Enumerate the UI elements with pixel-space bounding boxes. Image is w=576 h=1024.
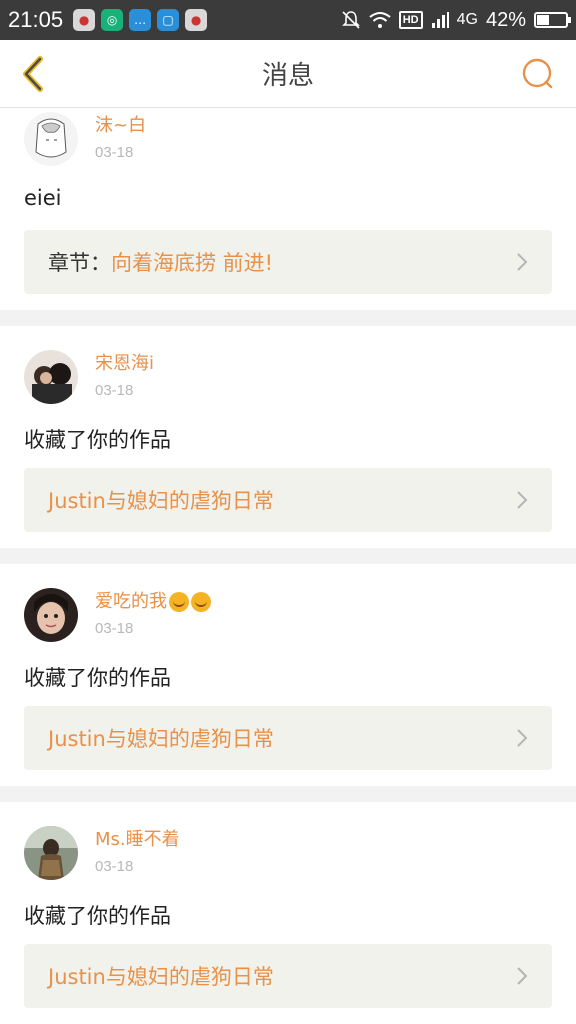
divider xyxy=(0,548,576,564)
username[interactable]: 宋恩海i xyxy=(95,352,154,376)
avatar[interactable] xyxy=(24,588,78,642)
chicken-app-icon: ● xyxy=(73,9,96,31)
network-type: 4G xyxy=(456,11,478,28)
scan-app-icon: ▢ xyxy=(157,9,180,31)
divider xyxy=(0,786,576,802)
username[interactable]: 沫~白 xyxy=(95,114,146,138)
message-list: 沫~白 03-18 eiei 章节： 向着海底捞 前进! 宋恩海i 03-18 … xyxy=(0,108,576,1024)
smile-emoji-icon xyxy=(169,592,189,612)
message-text: 收藏了你的作品 xyxy=(24,904,171,928)
mute-bell-icon xyxy=(341,11,360,29)
message-card: 沫~白 03-18 eiei 章节： 向着海底捞 前进! xyxy=(0,108,576,310)
message-text: 收藏了你的作品 xyxy=(24,666,171,690)
message-date: 03-18 xyxy=(95,382,134,399)
status-bar: 21:05 ● ◎ … ▢ ● HD 4G 42% xyxy=(0,0,576,40)
circle-app-icon: ◎ xyxy=(101,9,124,31)
message-card: 爱吃的我 03-18 收藏了你的作品 Justin与媳妇的虐狗日常 xyxy=(0,564,576,786)
chevron-right-icon xyxy=(517,253,528,271)
message-date: 03-18 xyxy=(95,620,134,637)
chevron-right-icon xyxy=(517,491,528,509)
work-link[interactable]: Justin与媳妇的虐狗日常 xyxy=(24,468,552,532)
hd-badge: HD xyxy=(398,11,423,29)
message-text: 收藏了你的作品 xyxy=(24,428,171,452)
message-card: 宋恩海i 03-18 收藏了你的作品 Justin与媳妇的虐狗日常 xyxy=(0,326,576,548)
avatar[interactable] xyxy=(24,826,78,880)
work-link[interactable]: Justin与媳妇的虐狗日常 xyxy=(24,706,552,770)
chevron-right-icon xyxy=(517,967,528,985)
link-label: 章节： xyxy=(48,251,111,275)
message-date: 03-18 xyxy=(95,144,134,161)
battery-percent: 42% xyxy=(485,8,526,31)
chicken-app-icon: ● xyxy=(185,9,208,31)
work-link[interactable]: Justin与媳妇的虐狗日常 xyxy=(24,944,552,1008)
work-title: Justin与媳妇的虐狗日常 xyxy=(48,727,274,751)
status-time: 21:05 xyxy=(8,7,64,32)
search-icon[interactable] xyxy=(518,54,558,94)
page-title: 消息 xyxy=(261,61,314,91)
smile-emoji-icon xyxy=(191,592,211,612)
message-text: eiei xyxy=(24,186,62,210)
chapter-link[interactable]: 章节： 向着海底捞 前进! xyxy=(24,230,552,294)
signal-icon xyxy=(431,12,449,28)
chevron-right-icon xyxy=(517,729,528,747)
message-date: 03-18 xyxy=(95,858,134,875)
message-card: Ms.睡不着 03-18 收藏了你的作品 Justin与媳妇的虐狗日常 xyxy=(0,802,576,1024)
avatar[interactable] xyxy=(24,350,78,404)
divider xyxy=(0,310,576,326)
back-chevron-icon[interactable] xyxy=(14,54,54,94)
work-title: Justin与媳妇的虐狗日常 xyxy=(48,489,274,513)
top-nav-bar: 消息 xyxy=(0,40,576,108)
work-title: Justin与媳妇的虐狗日常 xyxy=(48,965,274,989)
username[interactable]: Ms.睡不着 xyxy=(95,828,180,852)
battery-icon xyxy=(534,12,571,28)
avatar[interactable] xyxy=(24,112,78,166)
message-app-icon: … xyxy=(129,9,152,31)
wifi-icon xyxy=(369,12,391,28)
username-row[interactable]: 爱吃的我 xyxy=(95,590,211,614)
username[interactable]: 爱吃的我 xyxy=(95,590,167,614)
chapter-title: 向着海底捞 前进! xyxy=(111,251,274,275)
